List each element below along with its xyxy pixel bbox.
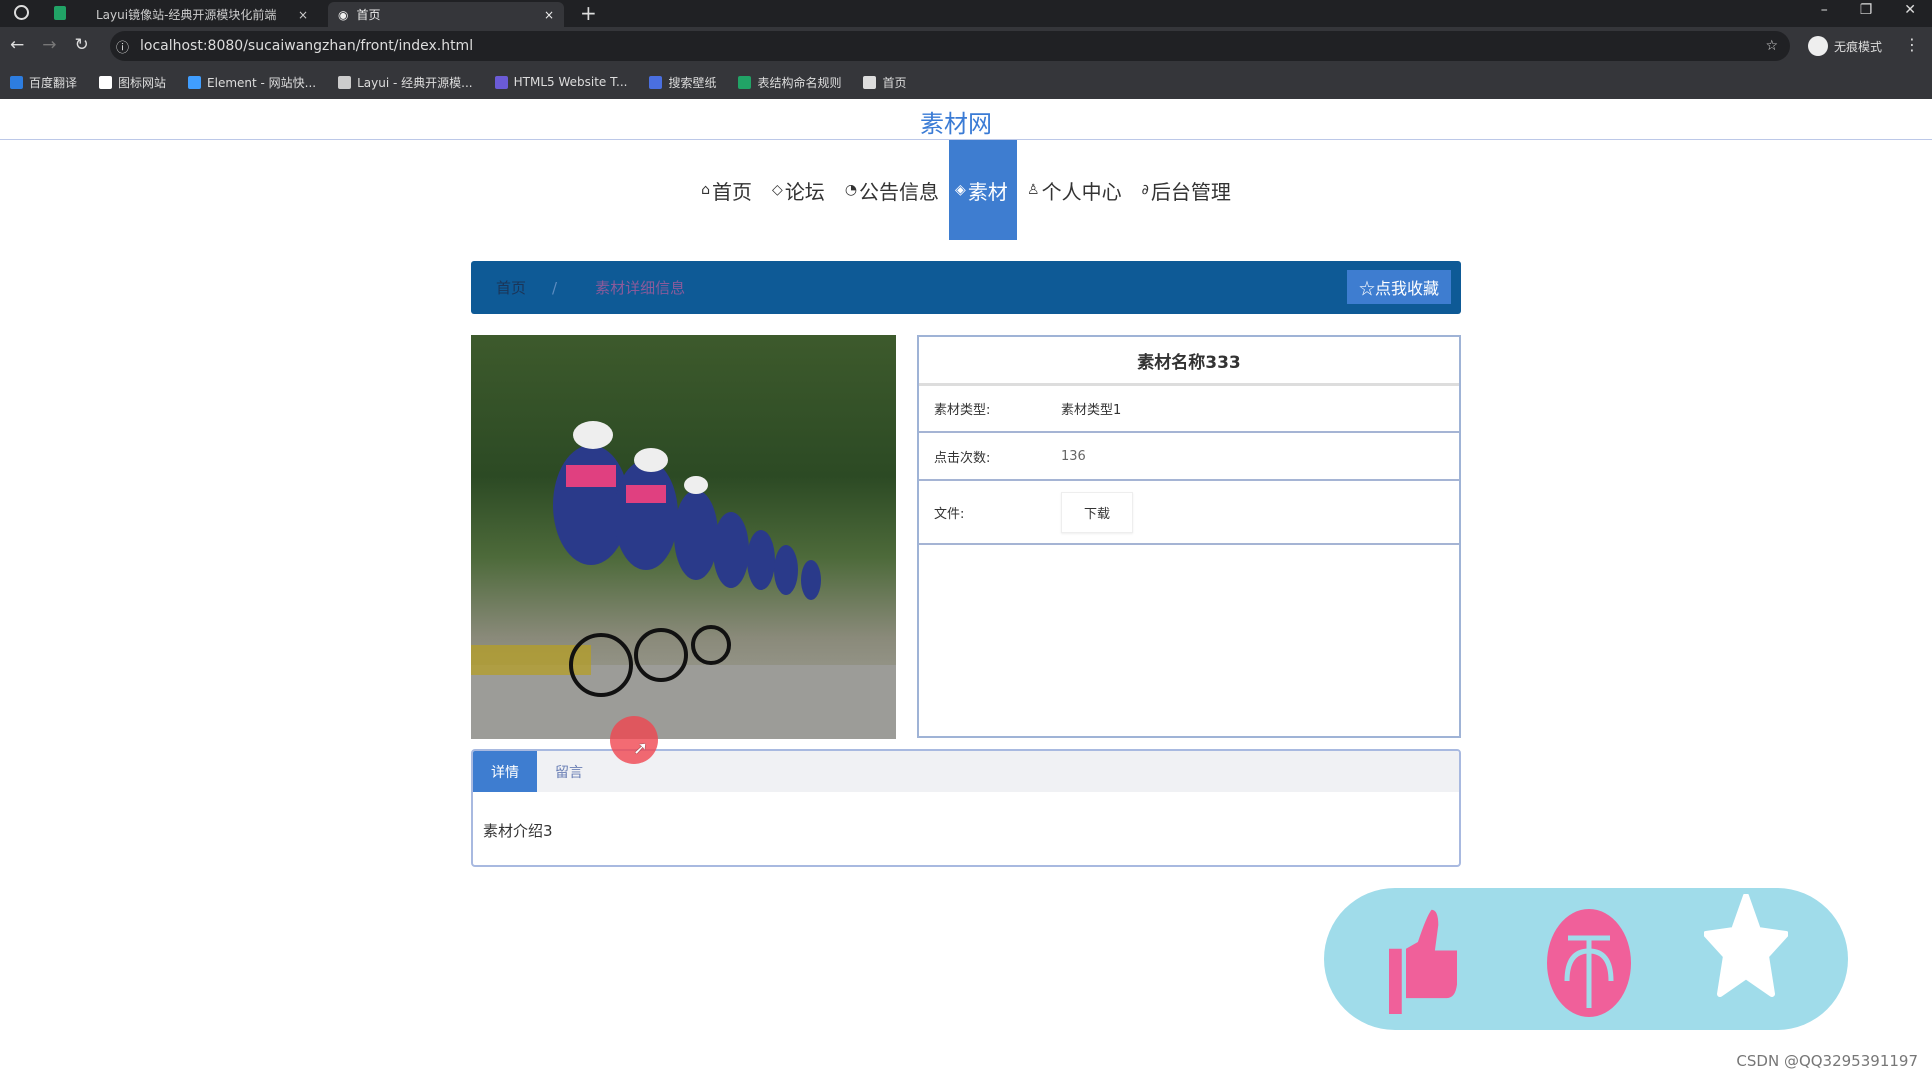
breadcrumb-home[interactable]: 首页 [496,277,526,298]
bookmark-icon [738,75,752,89]
bookmark-item[interactable]: 图标网站 [99,74,166,91]
tab-panel: 详情 留言 素材介绍3 [471,749,1461,867]
nav-item-2[interactable]: ◔ 公告信息 [835,140,949,240]
cursor-icon: ➚ [633,738,649,759]
link-icon: ∂ [1141,182,1149,198]
detail-row-type: 素材类型: 素材类型1 [919,386,1459,433]
palette-icon: ◔ [844,182,858,198]
user-icon: ♙ [1027,182,1040,198]
bookmark-icon [188,75,202,89]
breadcrumb-current: 素材详细信息 [595,279,686,297]
material-description: 素材介绍3 [483,822,553,840]
cyclists-photo [471,421,896,739]
bookmark-icon [338,75,352,89]
star-icon[interactable] [1704,894,1788,998]
watermark: CSDN @QQ3295391197 [1736,1052,1918,1070]
tag-icon: ◇ [772,182,783,198]
globe-icon: ◉ [338,7,349,22]
breadcrumb-separator: / [552,278,558,297]
browser-tab-active[interactable]: ◉ 首页 × [328,2,564,27]
bookmark-item[interactable]: 表结构命名规则 [738,74,841,91]
new-tab-button[interactable]: + [580,1,597,25]
nav-item-5[interactable]: ∂ 后台管理 [1132,140,1241,240]
bookmark-item[interactable]: 搜索壁纸 [649,74,716,91]
address-bar[interactable]: ⓘ localhost:8080/sucaiwangzhan/front/inde… [110,31,1790,61]
sheets-icon[interactable] [54,6,66,20]
minimize-icon[interactable]: – [1821,2,1828,18]
incognito-badge[interactable]: 无痕模式 [1808,36,1882,56]
layers-icon: ◈ [955,182,966,198]
close-window-icon[interactable]: ✕ [1904,2,1916,18]
action-bar [1324,888,1848,1030]
tab-comments[interactable]: 留言 [537,751,601,792]
browser-tab[interactable]: Layui镜像站-经典开源模块化前端 × [86,2,318,27]
incognito-icon [1808,36,1828,56]
globe-icon[interactable] [14,5,29,20]
material-name: 素材名称333 [919,337,1459,386]
nav-item-3[interactable]: ◈ 素材 [949,140,1018,240]
bookmark-icon [863,75,877,89]
close-icon[interactable]: × [298,8,308,22]
detail-row-file: 文件: 下载 [919,481,1459,545]
bookmarks-bar: 百度翻译 图标网站 Element - 网站快... Layui - 经典开源模...… [0,65,1932,99]
browser-tab-bar: Layui镜像站-经典开源模块化前端 × ◉ 首页 × + – ❐ ✕ [0,0,1932,27]
bookmark-icon [649,75,663,89]
close-icon[interactable]: × [544,8,554,22]
bookmark-item[interactable]: Element - 网站快... [188,74,316,91]
main-nav: ⌂ 首页 ◇ 论坛 ◔ 公告信息 ◈ 素材 ♙ 个人中心 ∂ 后台管理 [0,140,1932,240]
bookmark-icon [494,75,508,89]
nav-item-0[interactable]: ⌂ 首页 [691,140,762,240]
bookmark-item[interactable]: 首页 [863,74,907,91]
back-icon[interactable]: ← [10,35,24,55]
top-icon[interactable] [1546,908,1632,1018]
bookmark-item[interactable]: 百度翻译 [10,74,77,91]
menu-icon[interactable]: ⋮ [1904,35,1920,54]
home-icon: ⌂ [701,182,711,198]
bookmark-item[interactable]: Layui - 经典开源模... [338,74,473,91]
restore-icon[interactable]: ❐ [1860,2,1873,18]
bookmark-star-icon[interactable]: ☆ [1765,38,1778,54]
detail-row-clicks: 点击次数: 136 [919,433,1459,481]
bookmark-item[interactable]: HTML5 Website T... [494,75,627,89]
detail-panel: 素材名称333 素材类型: 素材类型1 点击次数: 136 文件: 下载 [917,335,1461,738]
bookmark-icon [10,75,23,89]
forward-icon[interactable]: → [42,35,56,55]
download-button[interactable]: 下载 [1061,491,1134,533]
info-icon[interactable]: ⓘ [116,37,129,56]
tab-details[interactable]: 详情 [473,751,537,792]
material-image [471,335,896,739]
site-title: 素材网 [920,110,992,138]
address-row: ← → ↻ ⓘ localhost:8080/sucaiwangzhan/front/… [0,27,1932,65]
nav-item-1[interactable]: ◇ 论坛 [762,140,835,240]
breadcrumb: 首页 / 素材详细信息 ☆点我收藏 [471,261,1461,314]
nav-item-4[interactable]: ♙ 个人中心 [1017,140,1132,240]
favorite-button[interactable]: ☆点我收藏 [1346,270,1451,304]
reload-icon[interactable]: ↻ [75,35,89,55]
thumbs-up-icon[interactable] [1389,908,1469,1014]
bookmark-icon [99,75,113,89]
